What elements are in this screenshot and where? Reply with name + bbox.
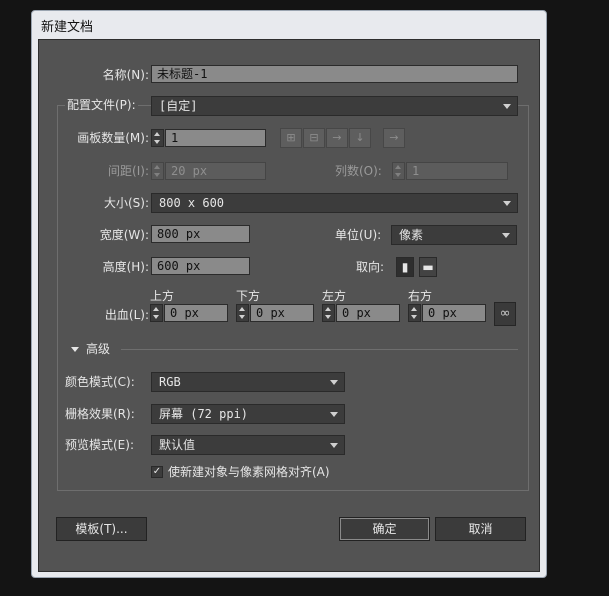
collapse-triangle-icon[interactable] — [71, 347, 79, 352]
bleed-left-stepper[interactable] — [322, 304, 335, 322]
align-pixel-grid-checkbox[interactable]: ✓ — [151, 466, 163, 478]
chevron-down-icon — [503, 201, 511, 206]
chevron-down-icon — [330, 443, 338, 448]
raster-effects-label: 栅格效果(R): — [65, 407, 135, 421]
profile-label: 配置文件(P): — [65, 97, 138, 113]
artboard-count-input[interactable]: 1 — [165, 129, 266, 147]
landscape-icon[interactable]: ▬ — [419, 257, 437, 277]
orientation-label: 取向: — [356, 260, 385, 274]
units-dropdown[interactable]: 像素 — [391, 225, 517, 245]
height-label: 高度(H): — [102, 260, 149, 274]
chevron-down-icon — [330, 412, 338, 417]
artboard-count-label: 画板数量(M): — [77, 131, 149, 145]
cancel-button[interactable]: 取消 — [435, 517, 526, 541]
grid-by-column-icon[interactable]: ⊟ — [303, 128, 325, 148]
color-mode-label: 颜色模式(C): — [65, 375, 135, 389]
profile-dropdown[interactable]: [自定] — [151, 96, 518, 116]
preview-mode-dropdown[interactable]: 默认值 — [151, 435, 345, 455]
name-label: 名称(N): — [102, 68, 149, 82]
name-input[interactable]: 未标题-1 — [151, 65, 518, 83]
ok-button[interactable]: 确定 — [339, 517, 430, 541]
portrait-icon[interactable]: ▮ — [396, 257, 414, 277]
chevron-down-icon — [330, 380, 338, 385]
chevron-down-icon — [502, 233, 510, 238]
height-input[interactable]: 600 px — [151, 257, 250, 275]
dialog-title: 新建文档 — [41, 20, 94, 35]
bleed-left-input[interactable]: 0 px — [336, 304, 400, 322]
bleed-right-stepper[interactable] — [408, 304, 421, 322]
bleed-bottom-label: 下方 — [236, 289, 261, 303]
grid-by-row-icon[interactable]: ⊞ — [280, 128, 302, 148]
align-pixel-grid-label[interactable]: 使新建对象与像素网格对齐(A) — [168, 464, 330, 480]
columns-stepper — [392, 162, 405, 180]
size-dropdown[interactable]: 800 x 600 — [151, 193, 518, 213]
arrange-by-row-icon[interactable]: → — [326, 128, 348, 148]
templates-button[interactable]: 模板(T)... — [56, 517, 147, 541]
width-label: 宽度(W): — [99, 228, 149, 242]
bleed-label: 出血(L): — [104, 308, 149, 322]
advanced-label[interactable]: 高级 — [86, 341, 110, 357]
spacing-label: 间距(I): — [108, 164, 149, 178]
chevron-down-icon — [503, 104, 511, 109]
bleed-top-input[interactable]: 0 px — [164, 304, 228, 322]
artboard-count-stepper[interactable] — [151, 129, 164, 147]
spacing-stepper — [151, 162, 164, 180]
raster-effects-dropdown[interactable]: 屏幕 (72 ppi) — [151, 404, 345, 424]
bleed-right-input[interactable]: 0 px — [422, 304, 486, 322]
bleed-bottom-stepper[interactable] — [236, 304, 249, 322]
color-mode-dropdown[interactable]: RGB — [151, 372, 345, 392]
width-input[interactable]: 800 px — [151, 225, 250, 243]
bleed-top-stepper[interactable] — [150, 304, 163, 322]
bleed-top-label: 上方 — [150, 289, 175, 303]
arrange-by-column-icon[interactable]: ↓ — [349, 128, 371, 148]
link-chain-icon[interactable]: ∞ — [494, 302, 516, 326]
bleed-right-label: 右方 — [408, 289, 433, 303]
columns-input: 1 — [406, 162, 508, 180]
preview-mode-label: 预览模式(E): — [65, 438, 134, 452]
bleed-left-label: 左方 — [322, 289, 347, 303]
spacing-input: 20 px — [165, 162, 266, 180]
size-label: 大小(S): — [103, 196, 149, 210]
columns-label: 列数(O): — [335, 164, 382, 178]
bleed-bottom-input[interactable]: 0 px — [250, 304, 314, 322]
right-to-left-icon[interactable]: → — [383, 128, 405, 148]
dialog-body: 名称(N): 未标题-1 配置文件(P): [自定] 画板数量(M): 1 ⊞ … — [38, 39, 540, 572]
new-document-dialog: 新建文档 名称(N): 未标题-1 配置文件(P): [自定] 画板数量(M):… — [31, 10, 547, 578]
advanced-divider — [121, 349, 518, 350]
units-label: 单位(U): — [335, 228, 382, 242]
